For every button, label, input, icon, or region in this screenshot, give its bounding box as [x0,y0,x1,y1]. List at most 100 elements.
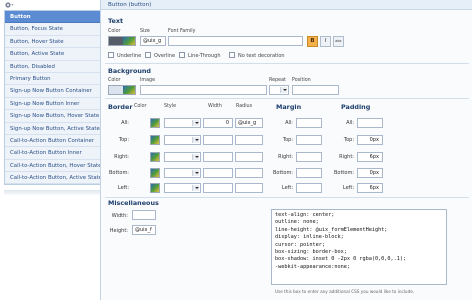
list-item-cta-inner[interactable]: Call-to-Action Button Inner [5,147,100,160]
border-bottom-style-select[interactable] [164,168,201,178]
background-repeat-select[interactable] [269,85,289,95]
list-item-signup-active[interactable]: Sign-up Now Button, Active State [5,123,100,135]
list-item-button-focus[interactable]: Button, Focus State [5,23,100,36]
overline-checkbox[interactable] [145,52,151,58]
text-transform-button[interactable]: abc [333,36,344,47]
no-decoration-checkbox[interactable] [229,52,235,58]
list-item-button-hover[interactable]: Button, Hover State [5,36,100,49]
misc-height-input[interactable]: @uix_f [132,225,156,235]
margin-all-label: All: [285,120,293,126]
border-left-radius-input[interactable] [235,183,263,193]
list-item-button-active[interactable]: Button, Active State [5,48,100,61]
list-item-signup-inner[interactable]: Sign-up Now Button Inner [5,98,100,111]
border-radius-label: Radius [236,104,253,109]
section-title-margin: Margin [276,103,302,111]
margin-all-input[interactable] [296,118,322,128]
padding-right-label: Right: [339,154,354,160]
section-title-text: Text [108,17,124,25]
margin-right-input[interactable] [296,152,322,162]
list-item-button-disabled[interactable]: Button, Disabled [5,61,100,73]
style-property-list: Button Button, Focus State Button, Hover… [4,10,100,186]
border-top-width-input[interactable] [203,135,233,145]
background-color-swatch[interactable] [108,85,136,95]
chevron-down-icon [192,120,199,126]
border-right-color-picker[interactable] [150,152,160,162]
border-left-color-picker[interactable] [150,183,160,193]
bold-button[interactable]: B [307,36,318,47]
border-right-radius-input[interactable] [235,152,263,162]
padding-top-label: Top: [343,137,354,143]
padding-bottom-input[interactable]: 0px [357,168,383,178]
text-size-input[interactable]: @uix_g [140,36,166,46]
margin-bottom-input[interactable] [296,168,322,178]
list-shadow [4,190,100,196]
border-all-radius-input[interactable]: @uix_g [235,118,263,128]
no-decoration-label: No text decoration [238,53,285,59]
margin-top-input[interactable] [296,135,322,145]
italic-button[interactable]: I [320,36,331,47]
padding-right-input[interactable]: 6px [357,152,383,162]
border-top-style-select[interactable] [164,135,201,145]
border-right-width-input[interactable] [203,152,233,162]
border-bottom-width-input[interactable] [203,168,233,178]
border-width-label: Width [208,104,222,109]
divider [105,197,469,198]
border-all-color-picker[interactable] [150,118,160,128]
font-family-input[interactable] [168,36,303,46]
style-editor-panel: Button (button) Text Color Size @uix_g F… [100,0,472,300]
border-left-width-input[interactable] [203,183,233,193]
list-item-cta-hover[interactable]: Call-to-Action Button, Hover State [5,160,100,173]
border-top-radius-input[interactable] [235,135,263,145]
underline-label: Underline [117,53,142,59]
list-item-cta-container[interactable]: Call-to-Action Button Container [5,135,100,148]
text-color-swatch[interactable] [108,36,136,46]
line-through-label: Line-Through [188,53,221,59]
chevron-down-icon [192,154,199,160]
border-left-label: Left: [117,185,129,191]
underline-checkbox[interactable] [108,52,114,58]
margin-bottom-label: Bottom: [272,170,293,176]
border-left-style-select[interactable] [164,183,201,193]
extra-css-hint: Use this box to enter any additional CSS… [275,289,415,294]
text-color-label: Color [108,29,121,34]
padding-all-input[interactable] [357,118,383,128]
border-right-style-select[interactable] [164,152,201,162]
list-item-signup-container[interactable]: Sign-up Now Button Container [5,85,100,98]
background-image-label: Image [140,78,156,83]
background-image-input[interactable] [140,85,267,95]
list-item-button[interactable]: Button [5,11,100,24]
background-position-input[interactable] [292,85,339,95]
border-all-width-input[interactable]: 0 [203,118,233,128]
list-item-primary-button[interactable]: Primary Button [5,73,100,86]
border-color-label: Color [134,104,147,109]
border-bottom-radius-input[interactable] [235,168,263,178]
list-item-cta-active[interactable]: Call-to-Action Button, Active State [5,172,100,185]
css-line: text-align: center; [275,212,335,218]
border-bottom-color-picker[interactable] [150,168,160,178]
css-line: display: inline-block; [275,234,344,241]
chevron-down-icon [192,137,199,143]
misc-width-label: Width: [111,213,128,219]
extra-css-textarea[interactable]: text-align: center; outline: none; line-… [271,209,447,285]
border-all-style-select[interactable] [164,118,201,128]
padding-left-label: Left: [342,185,354,191]
font-family-label: Font Family [168,29,196,34]
section-title-background: Background [108,67,152,75]
sidebar: Button Button, Focus State Button, Hover… [0,0,100,300]
padding-bottom-label: Bottom: [333,170,354,176]
border-top-color-picker[interactable] [150,135,160,145]
text-size-label: Size [140,29,150,34]
css-line: line-height: @uix_formElementHeight; [275,226,388,233]
line-through-checkbox[interactable] [179,52,185,58]
border-top-label: Top: [118,137,129,143]
margin-left-input[interactable] [296,183,322,193]
padding-top-input[interactable]: 0px [357,135,383,145]
border-style-label: Style [164,104,177,109]
misc-width-input[interactable] [132,210,156,220]
background-repeat-label: Repeat [269,78,286,83]
gear-icon[interactable] [4,1,14,9]
border-bottom-label: Bottom: [108,170,129,176]
padding-left-input[interactable]: 6px [357,183,383,193]
list-item-signup-hover[interactable]: Sign-up Now Button, Hover State [5,110,100,123]
section-title-padding: Padding [341,103,371,111]
